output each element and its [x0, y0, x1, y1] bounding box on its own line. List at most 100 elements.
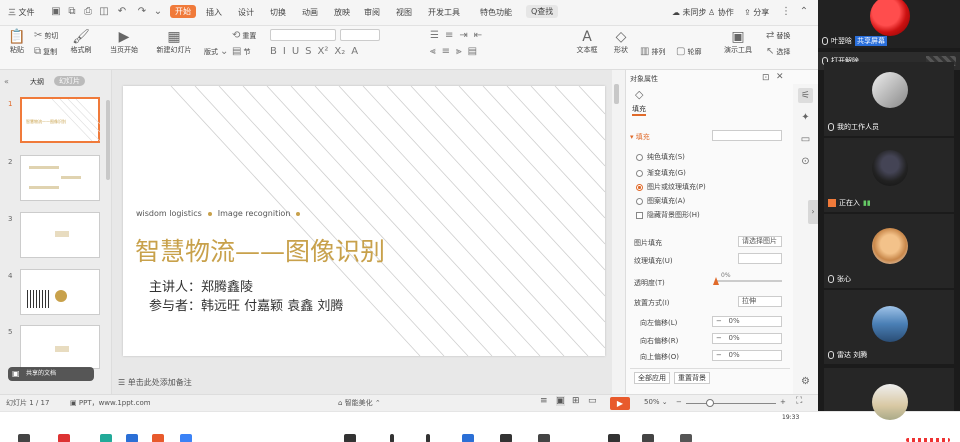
more-icon[interactable]: ⋮ [780, 6, 792, 18]
outline-button[interactable]: ▢ 轮廓 [676, 46, 701, 57]
hide-background-checkbox[interactable]: 隐藏背景图形(H) [636, 210, 700, 220]
transparency-slider[interactable] [713, 277, 782, 285]
select-button[interactable]: ↖ 选择 [766, 46, 790, 57]
participant-tile[interactable]: 雷达 刘腾 [824, 290, 954, 364]
cut-button[interactable]: ✂ 剪切 [34, 30, 58, 41]
tab-slides[interactable]: 幻灯片 [54, 76, 85, 86]
sharing-indicator[interactable]: ▣ 共享的文档 [8, 367, 94, 381]
option-solid-fill[interactable]: 纯色填充(S) [636, 152, 685, 162]
superscript-icon[interactable]: X² [318, 46, 329, 57]
scrollbar-thumb[interactable] [614, 84, 619, 104]
reset-background-button[interactable]: 重置背景 [674, 372, 710, 384]
fill-color-picker[interactable] [712, 130, 782, 141]
fit-window-icon[interactable]: ⛶ [796, 396, 802, 406]
format-painter-button[interactable]: 🖌 格式刷 [66, 29, 96, 55]
tab-outline[interactable]: 大纲 [30, 77, 44, 87]
textbox-button[interactable]: A 文本框 [570, 29, 604, 55]
reading-view-icon[interactable]: ▭ [588, 396, 597, 406]
slide-speaker[interactable]: 主讲人：郑腾鑫陵 [149, 276, 253, 295]
close-icon[interactable]: ✕ [776, 72, 784, 82]
bold-icon[interactable]: B [270, 46, 277, 57]
zoom-slider-handle[interactable] [706, 399, 714, 407]
tab-animation[interactable]: 动画 [302, 7, 318, 18]
align-left-icon[interactable]: ⫷ [430, 46, 436, 57]
pane-expand-handle[interactable]: › [808, 200, 818, 224]
reset-button[interactable]: ⟲ 重置 [232, 30, 256, 41]
taskbar-tray[interactable] [906, 438, 950, 442]
pin-icon[interactable]: ⊡ [762, 73, 770, 83]
radio-selected[interactable] [636, 183, 643, 191]
subscript-icon[interactable]: X₂ [334, 46, 345, 57]
from-current-button[interactable]: ▶ 当页开始 [104, 29, 144, 55]
taskbar-app-icon[interactable] [18, 434, 30, 442]
file-menu[interactable]: 三 文件 [8, 7, 35, 18]
underline-icon[interactable]: U [292, 46, 299, 57]
number-list-icon[interactable]: ≡ [445, 30, 453, 41]
slide-canvas[interactable]: wisdom logistics Image recognition 智慧物流—… [123, 86, 605, 356]
offset-up-input[interactable]: − 0% [712, 350, 782, 361]
arrange-button[interactable]: ▥ 排列 [640, 46, 665, 57]
zoom-in-icon[interactable]: + [780, 398, 786, 406]
option-pattern-fill[interactable]: 图案填充(A) [636, 196, 685, 206]
sync-status[interactable]: ☁ 未同步 [672, 7, 707, 18]
layout-button[interactable]: 版式 ⌄ [204, 46, 228, 57]
scrollbar-thumb[interactable] [106, 100, 110, 180]
participant-tile[interactable] [824, 368, 954, 420]
settings-icon[interactable]: ⚙ [798, 374, 813, 389]
zoom-dropdown[interactable]: 50% ⌄ [644, 398, 668, 406]
notes-area[interactable]: ☰ 单击此处添加备注 [118, 377, 192, 388]
export-icon[interactable]: ⧉ [66, 6, 78, 18]
tab-view[interactable]: 视图 [396, 7, 412, 18]
option-gradient-fill[interactable]: 渐变填充(G) [636, 168, 686, 178]
copy-button[interactable]: ⧉ 复制 [34, 46, 57, 57]
taskbar-app-icon[interactable] [608, 434, 620, 442]
offset-right-input[interactable]: − 0% [712, 333, 782, 344]
taskbar-app-icon[interactable] [680, 434, 692, 442]
sorter-view-icon[interactable]: ⊞ [572, 396, 580, 406]
replace-button[interactable]: ⇄ 替换 [766, 30, 790, 41]
tab-start[interactable]: 开始 [170, 5, 196, 18]
taskbar-app-icon[interactable] [344, 434, 356, 442]
font-family-select[interactable] [270, 29, 336, 41]
checkbox[interactable] [636, 211, 643, 219]
participant-tile[interactable]: 我的工作人员 [824, 62, 954, 136]
section-button[interactable]: ▤ 节 [232, 46, 250, 57]
option-picture-fill[interactable]: 图片或纹理填充(P) [636, 182, 706, 192]
taskbar-app-icon[interactable] [180, 434, 192, 442]
outdent-icon[interactable]: ⇤ [474, 30, 482, 41]
paste-button[interactable]: 📋 粘贴 [2, 29, 32, 55]
italic-icon[interactable]: I [283, 46, 286, 57]
shape-button[interactable]: ◇ 形状 [606, 29, 636, 55]
taskbar-app-icon[interactable] [100, 434, 112, 442]
radio[interactable] [636, 169, 643, 177]
collapse-panel-icon[interactable]: « [4, 77, 9, 86]
taskbar-app-icon[interactable] [642, 434, 654, 442]
align-right-icon[interactable]: ⫸ [456, 46, 462, 57]
print-icon[interactable]: ⎙ [82, 6, 94, 18]
search-box[interactable]: Q查找 [526, 5, 559, 18]
tab-design[interactable]: 设计 [238, 7, 254, 18]
fill-bucket-icon[interactable]: ◇ [635, 88, 643, 101]
slide-thumbnail-5[interactable] [20, 325, 100, 369]
picture-fill-select[interactable]: 请选择图片 [738, 236, 782, 247]
radio[interactable] [636, 153, 643, 161]
normal-view-icon[interactable]: ▣ [556, 396, 565, 406]
zoom-out-icon[interactable]: − [676, 398, 682, 406]
save-icon[interactable]: ▣ [50, 6, 62, 18]
font-color-icon[interactable]: A [351, 46, 358, 57]
collapse-icon[interactable]: ⌃ [798, 6, 810, 18]
slide-participants[interactable]: 参与者：韩远旺 付嘉颖 袁鑫 刘腾 [149, 295, 343, 314]
bullet-list-icon[interactable]: ☰ [430, 30, 439, 41]
slide-thumbnail-2[interactable] [20, 155, 100, 201]
tab-insert[interactable]: 插入 [206, 7, 222, 18]
slide-title[interactable]: 智慧物流——图像识别 [135, 232, 385, 268]
tab-special[interactable]: 特色功能 [480, 7, 512, 18]
taskbar-app-icon[interactable] [538, 434, 550, 442]
taskbar-app-icon[interactable] [500, 434, 512, 442]
taskbar-app-icon[interactable] [126, 434, 138, 442]
slider-handle[interactable] [713, 277, 719, 285]
chevron-down-icon[interactable]: ⌄ [152, 6, 164, 18]
windows-start-icon[interactable] [462, 434, 474, 442]
notes-toggle-icon[interactable]: ≡ [540, 396, 548, 406]
backup-icon[interactable]: ⊙ [798, 154, 813, 169]
